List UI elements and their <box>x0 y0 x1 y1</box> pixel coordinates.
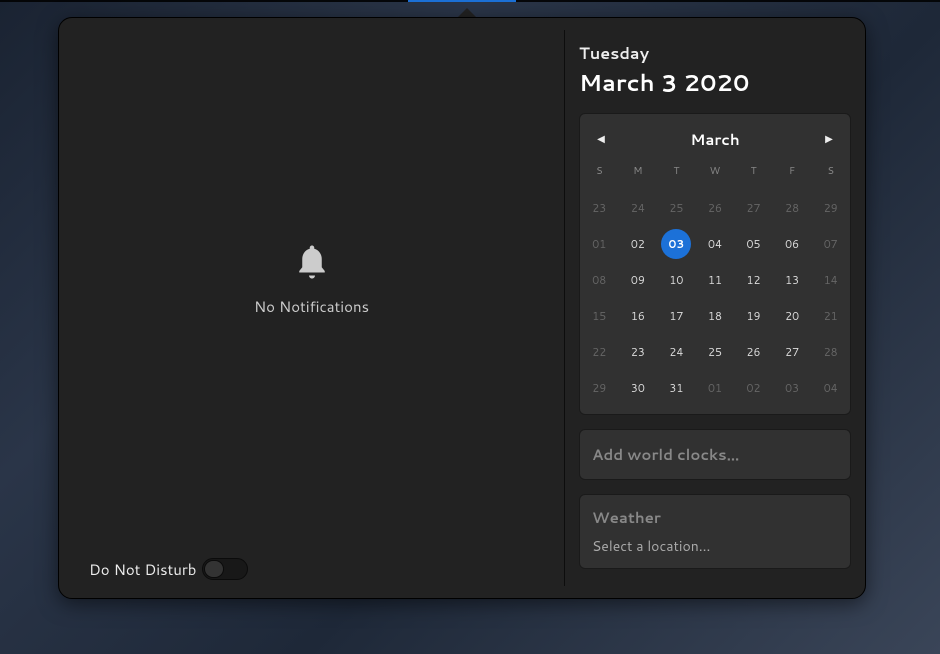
bell-icon <box>294 242 330 282</box>
weather-button[interactable]: Weather Select a location… <box>579 494 851 569</box>
calendar-day[interactable]: 16 <box>619 298 658 334</box>
calendar-day[interactable]: 13 <box>773 262 812 298</box>
calendar-day[interactable]: 29 <box>811 190 850 226</box>
calendar-weekday-label: F <box>773 158 812 190</box>
weather-subtitle: Select a location… <box>592 536 838 556</box>
calendar-day[interactable]: 06 <box>773 226 812 262</box>
calendar-day[interactable]: 23 <box>619 334 658 370</box>
world-clocks-label: Add world clocks… <box>592 444 838 465</box>
calendar-grid: SMTWTFS 23242526272829010203040506070809… <box>580 158 850 406</box>
calendar-day[interactable]: 11 <box>696 262 735 298</box>
date-header: Tuesday March 3 2020 <box>579 42 851 99</box>
calendar-day[interactable]: 14 <box>811 262 850 298</box>
top-bar <box>0 0 940 2</box>
calendar-day[interactable]: 24 <box>619 190 658 226</box>
calendar-day[interactable]: 04 <box>696 226 735 262</box>
calendar-weekday-label: T <box>734 158 773 190</box>
calendar-weekday-label: M <box>619 158 658 190</box>
calendar-day[interactable]: 27 <box>734 190 773 226</box>
calendar-day[interactable]: 17 <box>657 298 696 334</box>
dnd-toggle[interactable] <box>202 558 248 580</box>
calendar-day[interactable]: 31 <box>657 370 696 406</box>
calendar-day[interactable]: 07 <box>811 226 850 262</box>
calendar-day[interactable]: 27 <box>773 334 812 370</box>
chevron-left-icon: ◀ <box>597 132 605 146</box>
calendar-day[interactable]: 21 <box>811 298 850 334</box>
calendar-day[interactable]: 02 <box>619 226 658 262</box>
chevron-right-icon: ▶ <box>825 132 833 146</box>
calendar-day[interactable]: 22 <box>580 334 619 370</box>
dnd-label: Do Not Disturb <box>89 559 196 580</box>
calendar-day[interactable]: 01 <box>696 370 735 406</box>
day-of-week-label: Tuesday <box>579 42 851 65</box>
no-notifications-label: No Notifications <box>254 296 369 317</box>
calendar-header: ◀ March ▶ <box>580 120 850 158</box>
calendar-day[interactable]: 24 <box>657 334 696 370</box>
calendar-weekday-label: W <box>696 158 735 190</box>
calendar-weekday-label: S <box>811 158 850 190</box>
calendar-weekday-label: S <box>580 158 619 190</box>
calendar-card: ◀ March ▶ SMTWTFS 2324252627282901020304… <box>579 113 851 415</box>
dnd-row: Do Not Disturb <box>59 540 564 598</box>
calendar-day[interactable]: 28 <box>773 190 812 226</box>
weather-title: Weather <box>592 507 838 528</box>
full-date-label: March 3 2020 <box>579 67 851 99</box>
dnd-toggle-knob <box>204 560 224 578</box>
calendar-day[interactable]: 05 <box>734 226 773 262</box>
calendar-day[interactable]: 09 <box>619 262 658 298</box>
calendar-month-label: March <box>690 129 739 150</box>
notifications-empty: No Notifications <box>59 18 564 540</box>
calendar-day[interactable]: 26 <box>696 190 735 226</box>
datetime-popover: No Notifications Do Not Disturb Tuesday … <box>58 17 866 599</box>
prev-month-button[interactable]: ◀ <box>590 128 612 150</box>
calendar-day[interactable]: 03 <box>773 370 812 406</box>
world-clocks-button[interactable]: Add world clocks… <box>579 429 851 480</box>
next-month-button[interactable]: ▶ <box>818 128 840 150</box>
calendar-day[interactable]: 01 <box>580 226 619 262</box>
calendar-day[interactable]: 15 <box>580 298 619 334</box>
calendar-day[interactable]: 20 <box>773 298 812 334</box>
calendar-day[interactable]: 23 <box>580 190 619 226</box>
calendar-day[interactable]: 30 <box>619 370 658 406</box>
calendar-day[interactable]: 04 <box>811 370 850 406</box>
calendar-day[interactable]: 26 <box>734 334 773 370</box>
calendar-day[interactable]: 02 <box>734 370 773 406</box>
calendar-day[interactable]: 10 <box>657 262 696 298</box>
calendar-day[interactable]: 12 <box>734 262 773 298</box>
calendar-day[interactable]: 25 <box>657 190 696 226</box>
calendar-day[interactable]: 29 <box>580 370 619 406</box>
calendar-day[interactable]: 08 <box>580 262 619 298</box>
calendar-day[interactable]: 28 <box>811 334 850 370</box>
calendar-day[interactable]: 19 <box>734 298 773 334</box>
calendar-pane: Tuesday March 3 2020 ◀ March ▶ SMTWTFS 2… <box>565 18 865 598</box>
calendar-day[interactable]: 03 <box>657 226 696 262</box>
calendar-day[interactable]: 18 <box>696 298 735 334</box>
calendar-day[interactable]: 25 <box>696 334 735 370</box>
notifications-pane: No Notifications Do Not Disturb <box>59 18 564 598</box>
calendar-weekday-label: T <box>657 158 696 190</box>
